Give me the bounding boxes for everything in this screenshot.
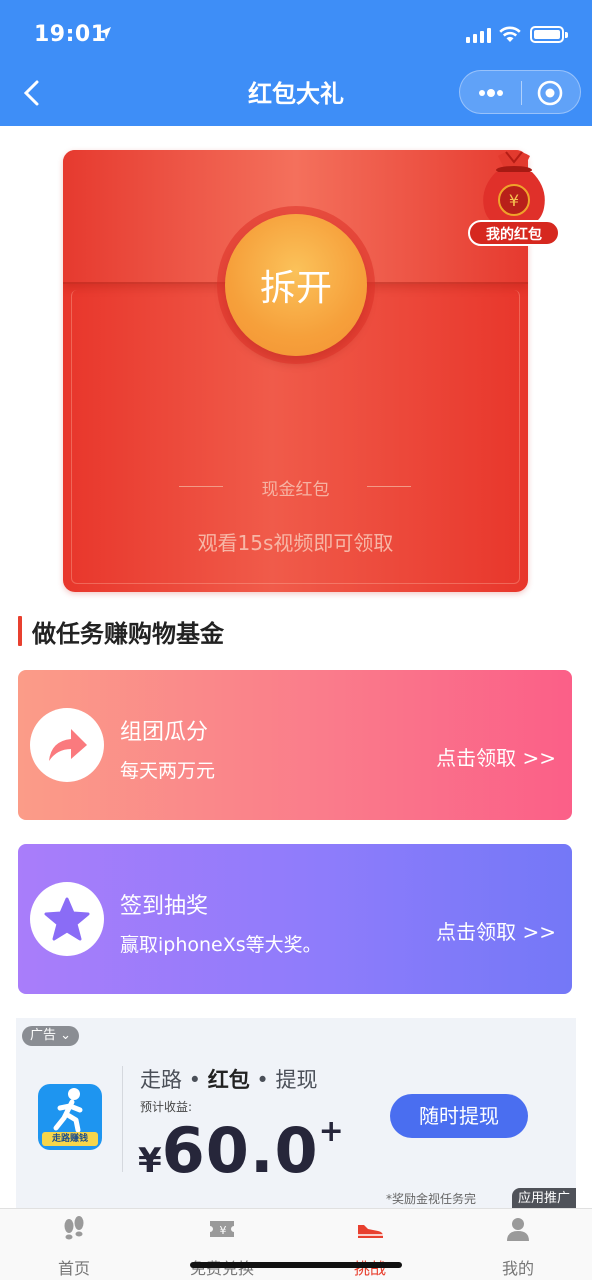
amount-plus: + — [318, 1114, 344, 1149]
tab-home[interactable]: 首页 — [0, 1215, 148, 1279]
earn-label: 预计收益: — [140, 1100, 193, 1114]
tab-mine[interactable]: 我的 — [444, 1215, 592, 1279]
envelope-description: 观看15s视频即可领取 — [197, 531, 394, 555]
location-arrow-icon — [99, 27, 111, 39]
tab-challenge[interactable]: 挑战 — [296, 1215, 444, 1279]
section-title: 做任务赚购物基金 — [32, 619, 224, 648]
task-card-checkin[interactable]: 签到抽奖 赢取iphoneXs等大奖。 点击领取 >> — [18, 844, 572, 994]
claim-link[interactable]: 点击领取 >> — [436, 742, 556, 771]
ad-title-post: 提现 — [275, 1068, 318, 1092]
svg-text:¥: ¥ — [509, 191, 519, 210]
wifi-icon — [499, 26, 521, 42]
star-icon — [30, 882, 104, 956]
my-redpack-button[interactable]: ¥ 我的红包 — [468, 148, 562, 250]
capsule-divider — [521, 81, 522, 105]
user-icon — [507, 1218, 529, 1241]
ad-note: *奖励金视任务完 — [386, 1192, 477, 1206]
tab-free-exchange[interactable]: ¥ 免费兑换 — [148, 1215, 296, 1279]
ticket-icon: ¥ — [210, 1221, 234, 1237]
ad-title: 走路 • 红包 • 提现 — [140, 1068, 318, 1092]
battery-icon — [530, 26, 568, 43]
task-card-group[interactable]: 组团瓜分 每天两万元 点击领取 >> — [18, 670, 572, 820]
tab-label: 首页 — [57, 1259, 90, 1278]
my-redpack-label: 我的红包 — [468, 220, 560, 246]
app-promo-label: 应用推广 — [511, 1188, 576, 1210]
task-title: 签到抽奖 — [120, 894, 209, 919]
footprints-icon — [64, 1216, 84, 1240]
home-indicator — [190, 1262, 402, 1268]
section-accent-bar — [18, 616, 22, 646]
earn-amount: ¥60.0+ — [138, 1114, 344, 1187]
signal-icon — [466, 28, 491, 43]
runner-icon — [53, 1088, 83, 1133]
sneaker-icon — [358, 1225, 383, 1238]
close-target-icon[interactable] — [536, 79, 564, 107]
task-subtitle: 赢取iphoneXs等大奖。 — [120, 934, 322, 956]
tab-bar: 首页 ¥ 免费兑换 挑战 我的 — [0, 1208, 592, 1280]
svg-text:¥: ¥ — [220, 1224, 227, 1237]
walk-app-logo: 走路赚钱 — [38, 1084, 102, 1150]
open-envelope-button[interactable]: 拆开 — [225, 214, 367, 356]
withdraw-button[interactable]: 随时提现 — [390, 1094, 528, 1138]
ad-title-mid: 红包 — [207, 1068, 250, 1092]
envelope-subtitle: 现金红包 — [261, 480, 330, 500]
ad-divider — [122, 1066, 123, 1172]
logo-label: 走路赚钱 — [42, 1132, 98, 1146]
ad-banner[interactable]: 广告 ⌄ 走路赚钱 走路 • 红包 • 提现 预计收益: ¥60.0+ 随时提现… — [16, 1018, 576, 1210]
tab-label: 我的 — [501, 1259, 534, 1278]
ad-tag-label: 广告 — [30, 1028, 57, 1043]
share-arrow-icon — [30, 708, 104, 782]
currency-symbol: ¥ — [138, 1141, 162, 1181]
subtitle-line-right — [367, 486, 411, 487]
status-time: 19:01 — [34, 22, 107, 47]
more-icon[interactable] — [476, 81, 506, 105]
red-envelope: 拆开 现金红包 观看15s视频即可领取 — [63, 150, 528, 592]
page: 19:01 红包大礼 拆开 现金红包 观看15s视频即可领取 ¥ 我的红包 做任… — [0, 0, 592, 1280]
ad-title-pre: 走路 — [140, 1068, 182, 1092]
claim-link[interactable]: 点击领取 >> — [436, 916, 556, 945]
ad-tag[interactable]: 广告 ⌄ — [22, 1026, 80, 1046]
mini-program-capsule — [459, 70, 581, 114]
top-bar: 19:01 红包大礼 — [0, 0, 592, 126]
section-header: 做任务赚购物基金 — [18, 614, 224, 648]
amount-value: 60.0 — [161, 1114, 319, 1187]
task-title: 组团瓜分 — [120, 720, 209, 745]
task-subtitle: 每天两万元 — [120, 760, 216, 782]
